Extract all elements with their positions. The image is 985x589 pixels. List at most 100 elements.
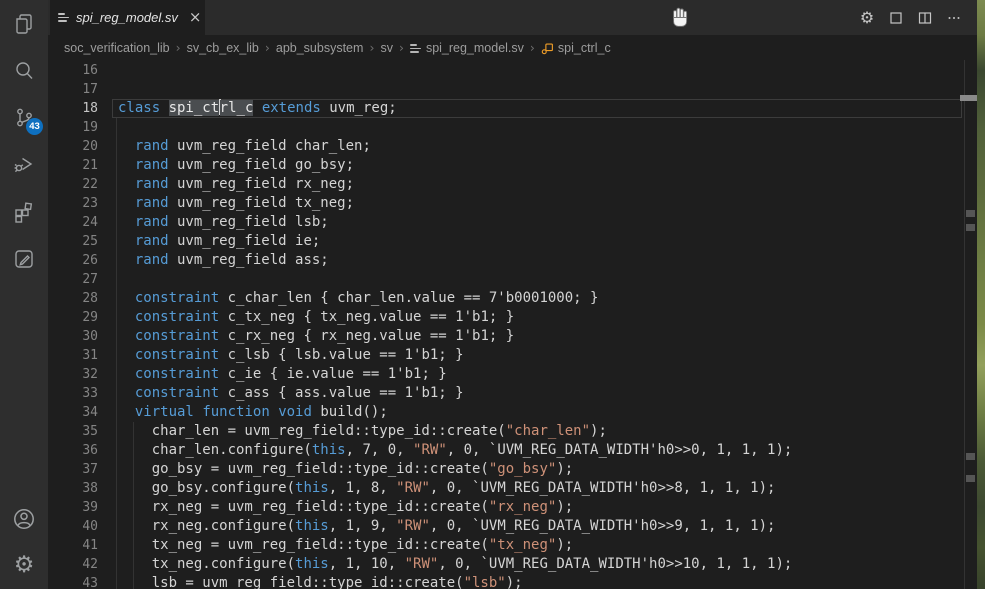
code-line[interactable]: 32 constraint c_ie { ie.value == 1'b1; } bbox=[48, 365, 977, 384]
line-number: 23 bbox=[48, 194, 98, 213]
breadcrumb: soc_verification_lib › sv_cb_ex_lib › ap… bbox=[48, 35, 977, 60]
line-number: 30 bbox=[48, 327, 98, 346]
code-line-text: rand uvm_reg_field rx_neg; bbox=[112, 175, 962, 194]
overview-ruler-border bbox=[964, 60, 965, 589]
code-line[interactable]: 38 go_bsy.configure(this, 1, 8, "RW", 0,… bbox=[48, 479, 977, 498]
line-number: 34 bbox=[48, 403, 98, 422]
line-number: 29 bbox=[48, 308, 98, 327]
code-line-text: go_bsy.configure(this, 1, 8, "RW", 0, `U… bbox=[112, 479, 962, 498]
code-line[interactable]: 35 char_len = uvm_reg_field::type_id::cr… bbox=[48, 422, 977, 441]
code-line-text: char_len.configure(this, 7, 0, "RW", 0, … bbox=[112, 441, 962, 460]
code-line-text: constraint c_ass { ass.value == 1'b1; } bbox=[112, 384, 962, 403]
close-icon[interactable]: × bbox=[186, 9, 205, 26]
line-number: 41 bbox=[48, 536, 98, 555]
code-line[interactable]: 24 rand uvm_reg_field lsb; bbox=[48, 213, 977, 232]
line-number: 16 bbox=[48, 61, 98, 80]
code-line-text: rand uvm_reg_field lsb; bbox=[112, 213, 962, 232]
line-number: 28 bbox=[48, 289, 98, 308]
activity-bar-top: 43 bbox=[0, 0, 48, 282]
code-line[interactable]: 22 rand uvm_reg_field rx_neg; bbox=[48, 175, 977, 194]
code-line[interactable]: 43 lsb = uvm_reg_field::type_id::create(… bbox=[48, 574, 977, 589]
desktop-edge-strip bbox=[977, 0, 985, 589]
line-number: 17 bbox=[48, 80, 98, 99]
code-line[interactable]: 20 rand uvm_reg_field char_len; bbox=[48, 137, 977, 156]
search-icon[interactable] bbox=[0, 47, 48, 94]
split-editor-icon[interactable] bbox=[915, 8, 935, 28]
code-line[interactable]: 31 constraint c_lsb { lsb.value == 1'b1;… bbox=[48, 346, 977, 365]
editor-actions: ⚙ bbox=[857, 0, 964, 35]
extensions-icon[interactable] bbox=[0, 188, 48, 235]
code-line-text: constraint c_lsb { lsb.value == 1'b1; } bbox=[112, 346, 962, 365]
tab-spi-reg-model[interactable]: spi_reg_model.sv × bbox=[50, 0, 205, 35]
overview-ruler-cursor-mark bbox=[960, 95, 977, 101]
breadcrumb-item[interactable]: sv_cb_ex_lib bbox=[187, 41, 259, 55]
code-line[interactable]: 17 bbox=[48, 80, 977, 99]
chevron-right-icon: › bbox=[399, 40, 404, 55]
more-actions-icon[interactable] bbox=[944, 8, 964, 28]
chevron-right-icon: › bbox=[530, 40, 535, 55]
code-line[interactable]: 30 constraint c_rx_neg { rx_neg.value ==… bbox=[48, 327, 977, 346]
code-line[interactable]: 34 virtual function void build(); bbox=[48, 403, 977, 422]
code-line[interactable]: 39 rx_neg = uvm_reg_field::type_id::crea… bbox=[48, 498, 977, 517]
code-line[interactable]: 16 bbox=[48, 61, 977, 80]
file-icon bbox=[410, 44, 421, 52]
line-number: 31 bbox=[48, 346, 98, 365]
code-line[interactable]: 33 constraint c_ass { ass.value == 1'b1;… bbox=[48, 384, 977, 403]
code-editor[interactable]: 161718class spi_ctrl_c extends uvm_reg;1… bbox=[48, 60, 977, 589]
source-control-icon[interactable]: 43 bbox=[0, 94, 48, 141]
code-line-text: rand uvm_reg_field ass; bbox=[112, 251, 962, 270]
code-line[interactable]: 27 bbox=[48, 270, 977, 289]
code-line-text: tx_neg.configure(this, 1, 10, "RW", 0, `… bbox=[112, 555, 962, 574]
code-line-text: rand uvm_reg_field char_len; bbox=[112, 137, 962, 156]
settings-gear-icon[interactable]: ⚙ bbox=[0, 542, 48, 589]
code-line[interactable]: 23 rand uvm_reg_field tx_neg; bbox=[48, 194, 977, 213]
line-number: 42 bbox=[48, 555, 98, 574]
chevron-right-icon: › bbox=[369, 40, 374, 55]
gear-icon[interactable]: ⚙ bbox=[857, 8, 877, 28]
run-debug-icon[interactable] bbox=[0, 141, 48, 188]
code-line-text: rx_neg = uvm_reg_field::type_id::create(… bbox=[112, 498, 962, 517]
breadcrumb-item[interactable]: soc_verification_lib bbox=[64, 41, 170, 55]
line-number: 33 bbox=[48, 384, 98, 403]
breadcrumb-item-file[interactable]: spi_reg_model.sv bbox=[426, 41, 524, 55]
code-line[interactable]: 28 constraint c_char_len { char_len.valu… bbox=[48, 289, 977, 308]
code-line-text: rand uvm_reg_field tx_neg; bbox=[112, 194, 962, 213]
activity-bar: 43 ⚙ bbox=[0, 0, 48, 589]
code-line[interactable]: 25 rand uvm_reg_field ie; bbox=[48, 232, 977, 251]
line-number: 38 bbox=[48, 479, 98, 498]
code-line[interactable]: 19 bbox=[48, 118, 977, 137]
chevron-right-icon: › bbox=[176, 40, 181, 55]
code-line[interactable]: 29 constraint c_tx_neg { tx_neg.value ==… bbox=[48, 308, 977, 327]
code-line-text bbox=[112, 118, 962, 137]
source-control-badge: 43 bbox=[26, 118, 43, 135]
code-line[interactable]: 37 go_bsy = uvm_reg_field::type_id::crea… bbox=[48, 460, 977, 479]
code-line[interactable]: 36 char_len.configure(this, 7, 0, "RW", … bbox=[48, 441, 977, 460]
code-line-text: rand uvm_reg_field go_bsy; bbox=[112, 156, 962, 175]
code-line-text: rand uvm_reg_field ie; bbox=[112, 232, 962, 251]
line-number: 21 bbox=[48, 156, 98, 175]
line-number: 27 bbox=[48, 270, 98, 289]
overview-ruler-mark bbox=[966, 453, 975, 460]
line-number: 43 bbox=[48, 574, 98, 589]
code-line[interactable]: 40 rx_neg.configure(this, 1, 9, "RW", 0,… bbox=[48, 517, 977, 536]
code-line-text: constraint c_rx_neg { rx_neg.value == 1'… bbox=[112, 327, 962, 346]
code-line-text bbox=[112, 61, 962, 80]
line-number: 39 bbox=[48, 498, 98, 517]
code-line[interactable]: 26 rand uvm_reg_field ass; bbox=[48, 251, 977, 270]
breadcrumb-item[interactable]: apb_subsystem bbox=[276, 41, 364, 55]
line-number: 37 bbox=[48, 460, 98, 479]
code-line-text: rx_neg.configure(this, 1, 9, "RW", 0, `U… bbox=[112, 517, 962, 536]
layout-square-icon[interactable] bbox=[886, 8, 906, 28]
account-icon[interactable] bbox=[0, 495, 48, 542]
breadcrumb-item[interactable]: sv bbox=[380, 41, 393, 55]
chevron-right-icon: › bbox=[265, 40, 270, 55]
code-line[interactable]: 21 rand uvm_reg_field go_bsy; bbox=[48, 156, 977, 175]
explorer-icon[interactable] bbox=[0, 0, 48, 47]
vscode-window: 43 ⚙ spi_reg_model.sv × bbox=[0, 0, 985, 589]
file-icon bbox=[58, 13, 69, 21]
code-line[interactable]: 18class spi_ctrl_c extends uvm_reg; bbox=[48, 99, 977, 118]
code-line[interactable]: 42 tx_neg.configure(this, 1, 10, "RW", 0… bbox=[48, 555, 977, 574]
pencil-square-icon[interactable] bbox=[0, 235, 48, 282]
breadcrumb-item-symbol[interactable]: spi_ctrl_c bbox=[558, 41, 611, 55]
code-line[interactable]: 41 tx_neg = uvm_reg_field::type_id::crea… bbox=[48, 536, 977, 555]
